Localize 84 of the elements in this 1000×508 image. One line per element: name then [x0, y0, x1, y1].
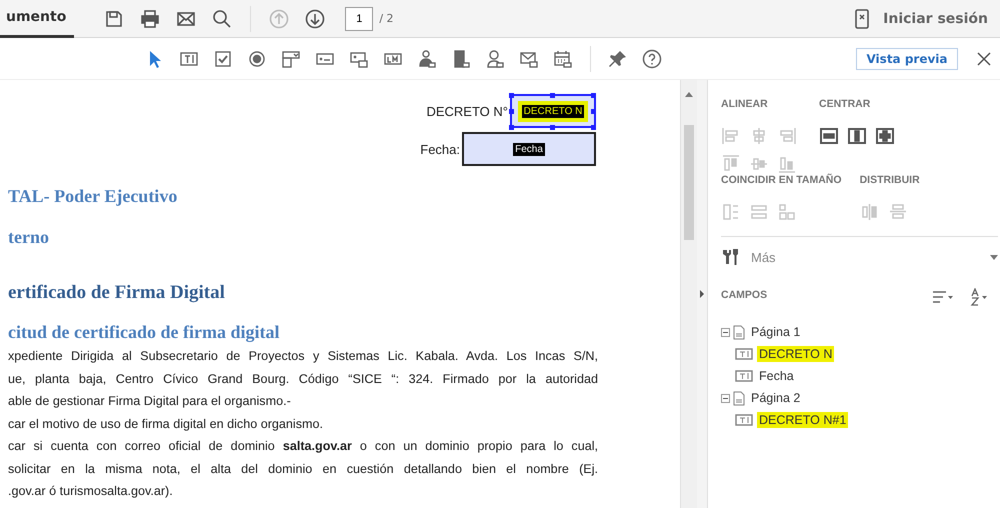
- search-button[interactable]: [212, 8, 232, 28]
- scrollbar[interactable]: [680, 80, 697, 508]
- text-field-icon: [735, 413, 753, 427]
- section-title: ALINEAR: [721, 98, 769, 112]
- heading: citud de certificado de firma digital: [8, 322, 280, 343]
- field-item[interactable]: DECRETO N: [757, 346, 834, 362]
- heading: ertificado de Firma Digital: [8, 282, 226, 304]
- document-tab[interactable]: umento: [0, 0, 74, 38]
- page-number-field[interactable]: 1: [345, 6, 374, 30]
- dropdown-caret-icon: [990, 254, 998, 260]
- page-item[interactable]: Página 1: [749, 324, 802, 340]
- more-button[interactable]: Más: [721, 237, 998, 277]
- field-item[interactable]: DECRETO N#1: [757, 412, 848, 428]
- field-label: Fecha:: [420, 142, 460, 156]
- field-name: Fecha: [513, 142, 545, 156]
- center-horiz-icon: [819, 126, 839, 146]
- print-icon: [140, 8, 160, 28]
- arrow-down-icon: [305, 8, 326, 28]
- align-top-icon: [721, 154, 741, 174]
- section-title: DISTRIBUIR: [860, 174, 921, 188]
- person-icon: [417, 48, 437, 68]
- dot-field-icon: [247, 48, 267, 68]
- print-button[interactable]: [140, 8, 160, 28]
- field-name: DECRETO N: [522, 104, 584, 118]
- section-title: CAMPOS: [721, 289, 768, 303]
- minus-icon: [723, 396, 728, 400]
- preview-button[interactable]: Vista previa: [856, 48, 958, 70]
- collapse-toggle[interactable]: [721, 394, 730, 402]
- center-button[interactable]: [847, 126, 867, 146]
- distribute-horiz-icon: [860, 202, 880, 222]
- match-width-icon: [721, 202, 741, 222]
- form-field[interactable]: Fecha: [462, 132, 596, 166]
- paragraph-line: able de gestionar Firma Digital para el organismo.-: [8, 393, 292, 410]
- phone-icon: [855, 8, 870, 28]
- minus-icon: [723, 330, 728, 334]
- expand-arrow-icon: [700, 290, 704, 298]
- distribute-vert-icon: [888, 202, 908, 222]
- heading: terno: [8, 227, 50, 248]
- page-item[interactable]: Página 2: [749, 390, 802, 406]
- save-button[interactable]: [104, 8, 124, 28]
- pin-icon: [608, 48, 628, 68]
- field-label: DECRETO N°: [426, 104, 508, 118]
- search-icon: [212, 8, 232, 28]
- text-field-icon: [735, 369, 753, 383]
- paragraph-line: solicitar en la misma nota, el alta del dominio en cuestión detallando bien el nombre (Ej.: [8, 460, 598, 478]
- scroll-up-icon: [685, 92, 693, 97]
- section-title: CENTRAR: [819, 98, 872, 112]
- center-both-icon: [875, 126, 895, 146]
- field-item[interactable]: Fecha: [757, 368, 796, 384]
- center-button[interactable]: [819, 126, 839, 146]
- align-left-icon: [721, 126, 741, 146]
- section-title: COINCIDIR EN TAMAÑO: [721, 174, 842, 188]
- tools-icon: [721, 247, 741, 267]
- center-vert-icon: [847, 126, 867, 146]
- center-button[interactable]: [875, 126, 895, 146]
- next-page-button[interactable]: [305, 8, 326, 28]
- dropdown-list-icon: [281, 48, 301, 68]
- collapse-toggle[interactable]: [721, 328, 730, 336]
- page-icon: [733, 324, 745, 340]
- alphabetical-sort-button[interactable]: [970, 288, 990, 306]
- sort-button[interactable]: [932, 290, 954, 304]
- save-icon: [104, 8, 124, 28]
- mobile-button[interactable]: [855, 8, 870, 28]
- help-icon: [642, 48, 662, 68]
- match-both-icon: [777, 202, 797, 222]
- arrow-up-icon: [269, 8, 290, 28]
- alphabetical-sort-icon: [970, 288, 990, 306]
- paragraph-line: car el motivo de uso de firma digital en dicho organismo.: [8, 416, 324, 433]
- tick-field-icon: [213, 48, 233, 68]
- close-icon: [976, 50, 992, 66]
- calendar-icon: [553, 48, 573, 68]
- page-icon: [733, 390, 745, 406]
- sign-in-button[interactable]: Iniciar sesión: [877, 10, 994, 28]
- paragraph-line: .gov.ar ó turismosalta.gov.ar).: [8, 483, 174, 500]
- paragraph-line: xpediente Dirigida al Subsecretario de Proyectos y Sistemas Lic. Kabala. Avda. Los Incas S/N,: [8, 348, 598, 365]
- form-field[interactable]: DECRETO N: [510, 94, 596, 128]
- text-field-icon: [735, 347, 753, 361]
- paragraph-line: ue, planta baja, Centro Cívico Grand Bourg. Código “SICE “: 324. Firmado por la autoridad: [8, 370, 598, 388]
- paragraph-line: car si cuenta con correo oficial de dominio salta.gov.ar o con un dominio propio para lo cual,: [8, 438, 598, 455]
- scrollbar-thumb[interactable]: [684, 125, 694, 240]
- page-total: / 2: [379, 12, 394, 25]
- user-icon: [485, 48, 505, 68]
- sort-lines-icon: [932, 290, 954, 304]
- heading: TAL- Poder Ejecutivo: [8, 186, 178, 207]
